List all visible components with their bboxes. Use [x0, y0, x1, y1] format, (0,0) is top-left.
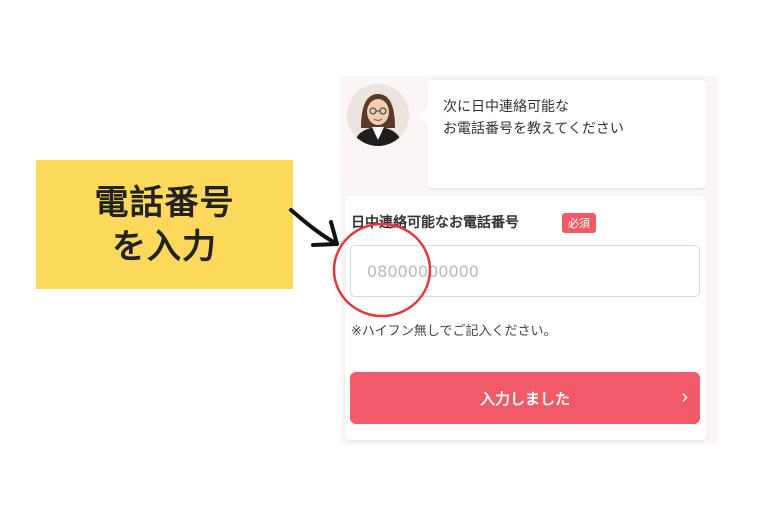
highlight-circle	[332, 222, 432, 318]
chevron-right-icon: ›	[681, 386, 688, 408]
callout-line-2: を入力	[112, 226, 217, 267]
chat-message: 次に日中連絡可能な お電話番号を教えてください	[443, 99, 624, 137]
chat-bubble: 次に日中連絡可能な お電話番号を教えてください	[418, 80, 707, 188]
callout-line-1: 電話番号	[94, 182, 235, 223]
submit-button-label: 入力しました	[479, 390, 570, 408]
submit-button[interactable]: 入力しました ›	[350, 372, 700, 424]
operator-avatar	[347, 84, 409, 146]
required-badge: 必須	[562, 213, 596, 233]
callout-box: 電話番号 を入力	[36, 160, 293, 289]
